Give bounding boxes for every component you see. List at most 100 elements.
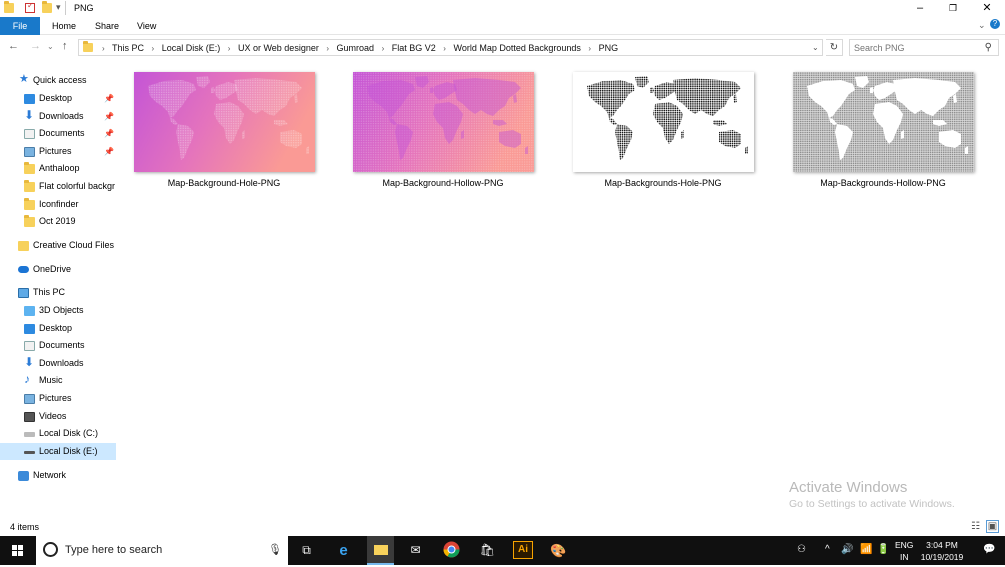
- people-icon[interactable]: ⚇: [797, 544, 806, 555]
- nav-quick-downloads[interactable]: ⬇ Downloads 📌: [0, 108, 116, 125]
- address-bar[interactable]: › This PC › Local Disk (E:) › UX or Web …: [78, 39, 823, 56]
- nav-network[interactable]: Network: [0, 467, 116, 484]
- tab-home[interactable]: Home: [44, 17, 84, 35]
- nav-quick-pictures[interactable]: Pictures 📌: [0, 143, 116, 160]
- nav-quick-iconfinder[interactable]: Iconfinder: [0, 196, 116, 213]
- close-button[interactable]: ✕: [972, 0, 1002, 17]
- document-icon: [24, 341, 35, 351]
- notifications-icon[interactable]: 💬: [983, 544, 995, 555]
- file-thumbnail: [353, 72, 534, 172]
- file-name: Map-Backgrounds-Hole-PNG: [604, 178, 722, 188]
- nav-pc-downloads[interactable]: ⬇ Downloads: [0, 355, 116, 372]
- edge-icon[interactable]: e: [334, 541, 353, 560]
- forward-button[interactable]: →: [30, 40, 41, 52]
- tab-file[interactable]: File: [0, 17, 40, 35]
- nav-pc-3d-objects[interactable]: 3D Objects: [0, 302, 116, 319]
- file-thumbnail: [134, 72, 315, 172]
- start-button[interactable]: [0, 536, 36, 565]
- wifi-icon[interactable]: 📶: [860, 544, 872, 555]
- back-button[interactable]: ←: [8, 40, 19, 52]
- tab-share[interactable]: Share: [87, 17, 127, 35]
- customize-toolbar-icon[interactable]: ▾: [56, 2, 61, 13]
- folder-icon: [374, 545, 388, 555]
- up-button[interactable]: ↑: [62, 40, 68, 52]
- breadcrumb-gumroad[interactable]: Gumroad: [337, 43, 375, 53]
- breadcrumb-world-map-dotted[interactable]: World Map Dotted Backgrounds: [453, 43, 580, 53]
- nav-pc-local-disk-e[interactable]: Local Disk (E:): [0, 443, 116, 460]
- illustrator-icon[interactable]: Ai: [513, 541, 533, 559]
- breadcrumb-flat-bg-v2[interactable]: Flat BG V2: [392, 43, 436, 53]
- help-icon[interactable]: ?: [990, 19, 1000, 29]
- folder-icon: [24, 162, 35, 174]
- chevron-right-icon: ›: [102, 44, 105, 53]
- paint-icon[interactable]: 🎨: [549, 541, 568, 560]
- nav-pc-pictures[interactable]: Pictures: [0, 390, 116, 407]
- system-clock[interactable]: 3:04 PM 10/19/2019: [920, 539, 964, 563]
- details-view-icon[interactable]: ☷: [971, 521, 980, 532]
- nav-onedrive[interactable]: OneDrive: [0, 261, 116, 278]
- taskbar-search-placeholder: Type here to search: [65, 544, 163, 556]
- nav-quick-oct-2019[interactable]: Oct 2019: [0, 213, 116, 230]
- chevron-right-icon: ›: [326, 44, 330, 53]
- search-box[interactable]: ⚲: [849, 39, 999, 56]
- tab-view[interactable]: View: [129, 17, 164, 35]
- nav-pc-videos[interactable]: Videos: [0, 408, 116, 425]
- file-name: Map-Background-Hollow-PNG: [382, 178, 504, 188]
- volume-icon[interactable]: 🔊: [841, 544, 853, 555]
- pin-icon: 📌: [104, 112, 114, 121]
- chrome-icon[interactable]: [442, 541, 461, 560]
- microphone-icon[interactable]: 🎙: [268, 543, 282, 556]
- nav-pc-documents[interactable]: Documents: [0, 337, 116, 354]
- breadcrumb-ux-web-designer[interactable]: UX or Web designer: [238, 43, 319, 53]
- creative-cloud-folder-icon: [18, 241, 29, 251]
- large-icons-view-icon[interactable]: ▣: [985, 520, 1000, 533]
- nav-pc-desktop[interactable]: Desktop: [0, 320, 116, 337]
- nav-pc-local-disk-c[interactable]: Local Disk (C:): [0, 425, 116, 442]
- properties-icon[interactable]: ✓: [25, 1, 35, 13]
- nav-quick-anthaloop[interactable]: Anthaloop: [0, 160, 116, 177]
- recent-locations-icon[interactable]: ⌄: [47, 42, 54, 51]
- language-indicator[interactable]: ENG IN: [895, 539, 913, 563]
- store-icon[interactable]: 🛍: [478, 541, 497, 560]
- search-icon[interactable]: ⚲: [985, 42, 992, 53]
- minimize-button[interactable]: –: [905, 0, 935, 17]
- network-icon: [18, 471, 29, 481]
- taskbar-search[interactable]: Type here to search 🎙: [36, 536, 288, 565]
- nav-quick-access[interactable]: ★ Quick access: [0, 72, 116, 89]
- folder-icon[interactable]: [4, 1, 14, 13]
- cube-icon: [24, 306, 35, 316]
- navigation-bar: ← → ⌄ ↑ › This PC › Local Disk (E:) › UX…: [0, 36, 1005, 58]
- windows-logo-icon: [12, 545, 23, 556]
- file-tile[interactable]: Map-Backgrounds-Hollow-PNG: [775, 70, 991, 200]
- task-view-icon[interactable]: ⧉: [297, 541, 316, 560]
- chevron-right-icon: ›: [381, 44, 385, 53]
- battery-icon[interactable]: 🔋: [877, 544, 889, 555]
- nav-pc-music[interactable]: ♪ Music: [0, 372, 116, 389]
- chevron-up-icon[interactable]: ^: [825, 544, 830, 555]
- nav-quick-flat-colorful[interactable]: Flat colorful backgr: [0, 178, 116, 195]
- breadcrumb-local-disk-e[interactable]: Local Disk (E:): [162, 43, 221, 53]
- folder-icon: [24, 215, 35, 227]
- search-input[interactable]: [854, 42, 974, 54]
- address-folder-icon: [83, 41, 93, 52]
- file-tile[interactable]: Map-Backgrounds-Hole-PNG: [555, 70, 771, 200]
- pin-icon: 📌: [104, 147, 114, 156]
- breadcrumb-this-pc[interactable]: This PC: [112, 43, 144, 53]
- maximize-button[interactable]: ❐: [938, 0, 968, 17]
- breadcrumb-png[interactable]: PNG: [599, 43, 619, 53]
- pin-icon: 📌: [104, 129, 114, 138]
- nav-creative-cloud[interactable]: Creative Cloud Files: [0, 237, 116, 254]
- desktop-icon: [24, 94, 35, 104]
- cloud-icon: [18, 266, 29, 273]
- expand-ribbon-icon[interactable]: ⌄: [978, 20, 986, 31]
- new-folder-icon[interactable]: [42, 1, 52, 13]
- file-tile[interactable]: Map-Background-Hollow-PNG: [335, 70, 551, 200]
- refresh-button[interactable]: ↻: [826, 39, 843, 56]
- mail-icon[interactable]: ✉: [406, 541, 425, 560]
- file-explorer-icon[interactable]: [367, 536, 394, 565]
- address-dropdown-icon[interactable]: ⌄: [812, 43, 819, 52]
- nav-this-pc[interactable]: This PC: [0, 284, 116, 301]
- nav-quick-documents[interactable]: Documents 📌: [0, 125, 116, 142]
- nav-quick-desktop[interactable]: Desktop 📌: [0, 90, 116, 107]
- file-tile[interactable]: Map-Background-Hole-PNG: [116, 70, 332, 200]
